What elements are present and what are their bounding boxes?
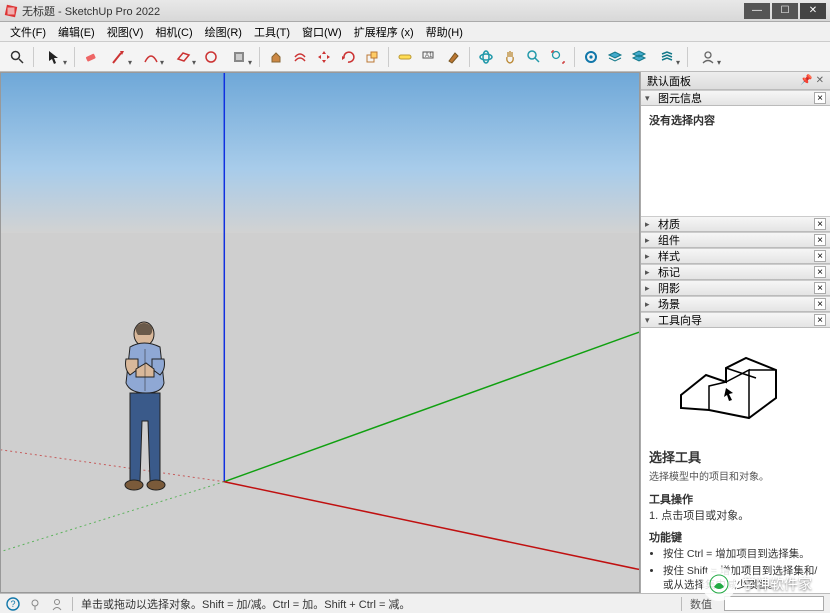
- select-tool-icon[interactable]: [39, 46, 69, 68]
- instructor-diagram: [649, 340, 822, 433]
- panel-instructor-title: 工具向导: [658, 312, 702, 328]
- menu-tools[interactable]: 工具(T): [248, 22, 296, 42]
- layers-icon[interactable]: [604, 46, 626, 68]
- outliner-icon[interactable]: [652, 46, 682, 68]
- search-icon[interactable]: [6, 46, 28, 68]
- menu-camera[interactable]: 相机(C): [149, 22, 198, 42]
- instructor-op-1: 1. 点击项目或对象。: [649, 507, 822, 523]
- panel-scenes[interactable]: ▸场景×: [641, 296, 830, 312]
- instructor-tool-name: 选择工具: [649, 447, 822, 466]
- panel-instructor-body: 选择工具 选择模型中的项目和对象。 工具操作 1. 点击项目或对象。 功能键 按…: [641, 328, 830, 593]
- viewport[interactable]: [0, 72, 640, 593]
- panel-entity-body: 没有选择内容: [641, 106, 830, 216]
- offset-icon[interactable]: [289, 46, 311, 68]
- menu-help[interactable]: 帮助(H): [420, 22, 469, 42]
- pin-icon[interactable]: 📌 ✕: [800, 75, 824, 86]
- warehouse-icon[interactable]: [580, 46, 602, 68]
- panel-close-icon[interactable]: ×: [814, 250, 826, 262]
- line-tool-icon[interactable]: [104, 46, 134, 68]
- panel-close-icon[interactable]: ×: [814, 218, 826, 230]
- svg-text:A1: A1: [425, 53, 433, 59]
- instructor-keys-title: 功能键: [649, 529, 822, 545]
- menubar: 文件(F) 编辑(E) 视图(V) 相机(C) 绘图(R) 工具(T) 窗口(W…: [0, 22, 830, 42]
- minimize-button[interactable]: —: [744, 3, 770, 19]
- panel-entity-title: 图元信息: [658, 90, 702, 106]
- svg-text:?: ?: [11, 599, 16, 609]
- window-title: 无标题 - SketchUp Pro 2022: [22, 3, 744, 19]
- toolbar: A1: [0, 42, 830, 72]
- instructor-key-list: 按住 Ctrl = 增加项目到选择集。 按住 Shift = 增加项目到选择集和…: [663, 547, 822, 593]
- menu-edit[interactable]: 编辑(E): [52, 22, 101, 42]
- profile-icon[interactable]: [693, 46, 723, 68]
- main-area: 默认面板 📌 ✕ ▾ 图元信息 × 没有选择内容 ▸材质× ▸组件× ▸样式× …: [0, 72, 830, 593]
- arc-tool-icon[interactable]: [136, 46, 166, 68]
- default-figure: [106, 321, 186, 496]
- panel-instructor-header[interactable]: ▾ 工具向导 ×: [641, 312, 830, 328]
- panel-styles[interactable]: ▸样式×: [641, 248, 830, 264]
- caret-right-icon: ▸: [645, 235, 655, 246]
- scale-icon[interactable]: [361, 46, 383, 68]
- help-icon[interactable]: ?: [6, 597, 20, 611]
- menu-extensions[interactable]: 扩展程序 (x): [348, 22, 420, 42]
- caret-right-icon: ▸: [645, 219, 655, 230]
- close-button[interactable]: ✕: [800, 3, 826, 19]
- rectangle-tool-icon[interactable]: [168, 46, 198, 68]
- circle-tool-icon[interactable]: [200, 46, 222, 68]
- move-icon[interactable]: [313, 46, 335, 68]
- caret-right-icon: ▸: [645, 299, 655, 310]
- panel-close-icon[interactable]: ×: [814, 282, 826, 294]
- panel-materials[interactable]: ▸材质×: [641, 216, 830, 232]
- instructor-key-item: 按住 Shift = 增加项目到选择集和/或从选择集中减少项目。: [663, 564, 822, 592]
- tray-panel: 默认面板 📌 ✕ ▾ 图元信息 × 没有选择内容 ▸材质× ▸组件× ▸样式× …: [640, 72, 830, 593]
- menu-file[interactable]: 文件(F): [4, 22, 52, 42]
- pan-icon[interactable]: [499, 46, 521, 68]
- panel-close-icon[interactable]: ×: [814, 92, 826, 104]
- panel-entity-header[interactable]: ▾ 图元信息 ×: [641, 90, 830, 106]
- measurement-input[interactable]: [724, 596, 824, 611]
- caret-right-icon: ▸: [645, 267, 655, 278]
- menu-draw[interactable]: 绘图(R): [199, 22, 248, 42]
- orbit-icon[interactable]: [475, 46, 497, 68]
- section-icon[interactable]: [628, 46, 650, 68]
- instructor-key-item: 按住 Ctrl = 增加项目到选择集。: [663, 547, 822, 561]
- panel-shadows[interactable]: ▸阴影×: [641, 280, 830, 296]
- status-value-label: 数值: [690, 596, 712, 612]
- window-buttons: — ☐ ✕: [744, 3, 826, 19]
- panel-close-icon[interactable]: ×: [814, 314, 826, 326]
- instructor-tool-sub: 选择模型中的项目和对象。: [649, 468, 822, 483]
- tray-title: 默认面板: [647, 73, 691, 89]
- menu-window[interactable]: 窗口(W): [296, 22, 348, 42]
- menu-view[interactable]: 视图(V): [101, 22, 150, 42]
- caret-down-icon: ▾: [645, 315, 655, 326]
- panel-tags[interactable]: ▸标记×: [641, 264, 830, 280]
- caret-right-icon: ▸: [645, 251, 655, 262]
- entity-info-text: 没有选择内容: [649, 115, 715, 127]
- status-hint: 单击或拖动以选择对象。Shift = 加/减。Ctrl = 加。Shift + …: [81, 596, 673, 612]
- rotate-icon[interactable]: [337, 46, 359, 68]
- panel-close-icon[interactable]: ×: [814, 266, 826, 278]
- tray-header[interactable]: 默认面板 📌 ✕: [641, 72, 830, 90]
- zoom-icon[interactable]: [523, 46, 545, 68]
- tape-icon[interactable]: [394, 46, 416, 68]
- credit-icon[interactable]: [50, 597, 64, 611]
- geo-icon[interactable]: [28, 597, 42, 611]
- caret-down-icon: ▾: [645, 93, 655, 104]
- panel-close-icon[interactable]: ×: [814, 234, 826, 246]
- panel-components[interactable]: ▸组件×: [641, 232, 830, 248]
- zoom-extents-icon[interactable]: [547, 46, 569, 68]
- text-icon[interactable]: A1: [418, 46, 440, 68]
- caret-right-icon: ▸: [645, 283, 655, 294]
- maximize-button[interactable]: ☐: [772, 3, 798, 19]
- eraser-icon[interactable]: [80, 46, 102, 68]
- instructor-op-title: 工具操作: [649, 491, 822, 507]
- titlebar: 无标题 - SketchUp Pro 2022 — ☐ ✕: [0, 0, 830, 22]
- panel-close-icon[interactable]: ×: [814, 298, 826, 310]
- pushpull-icon[interactable]: [265, 46, 287, 68]
- app-icon: [4, 4, 18, 18]
- polygon-tool-icon[interactable]: [224, 46, 254, 68]
- axes: [1, 73, 639, 592]
- statusbar: ? 单击或拖动以选择对象。Shift = 加/减。Ctrl = 加。Shift …: [0, 593, 830, 613]
- paint-icon[interactable]: [442, 46, 464, 68]
